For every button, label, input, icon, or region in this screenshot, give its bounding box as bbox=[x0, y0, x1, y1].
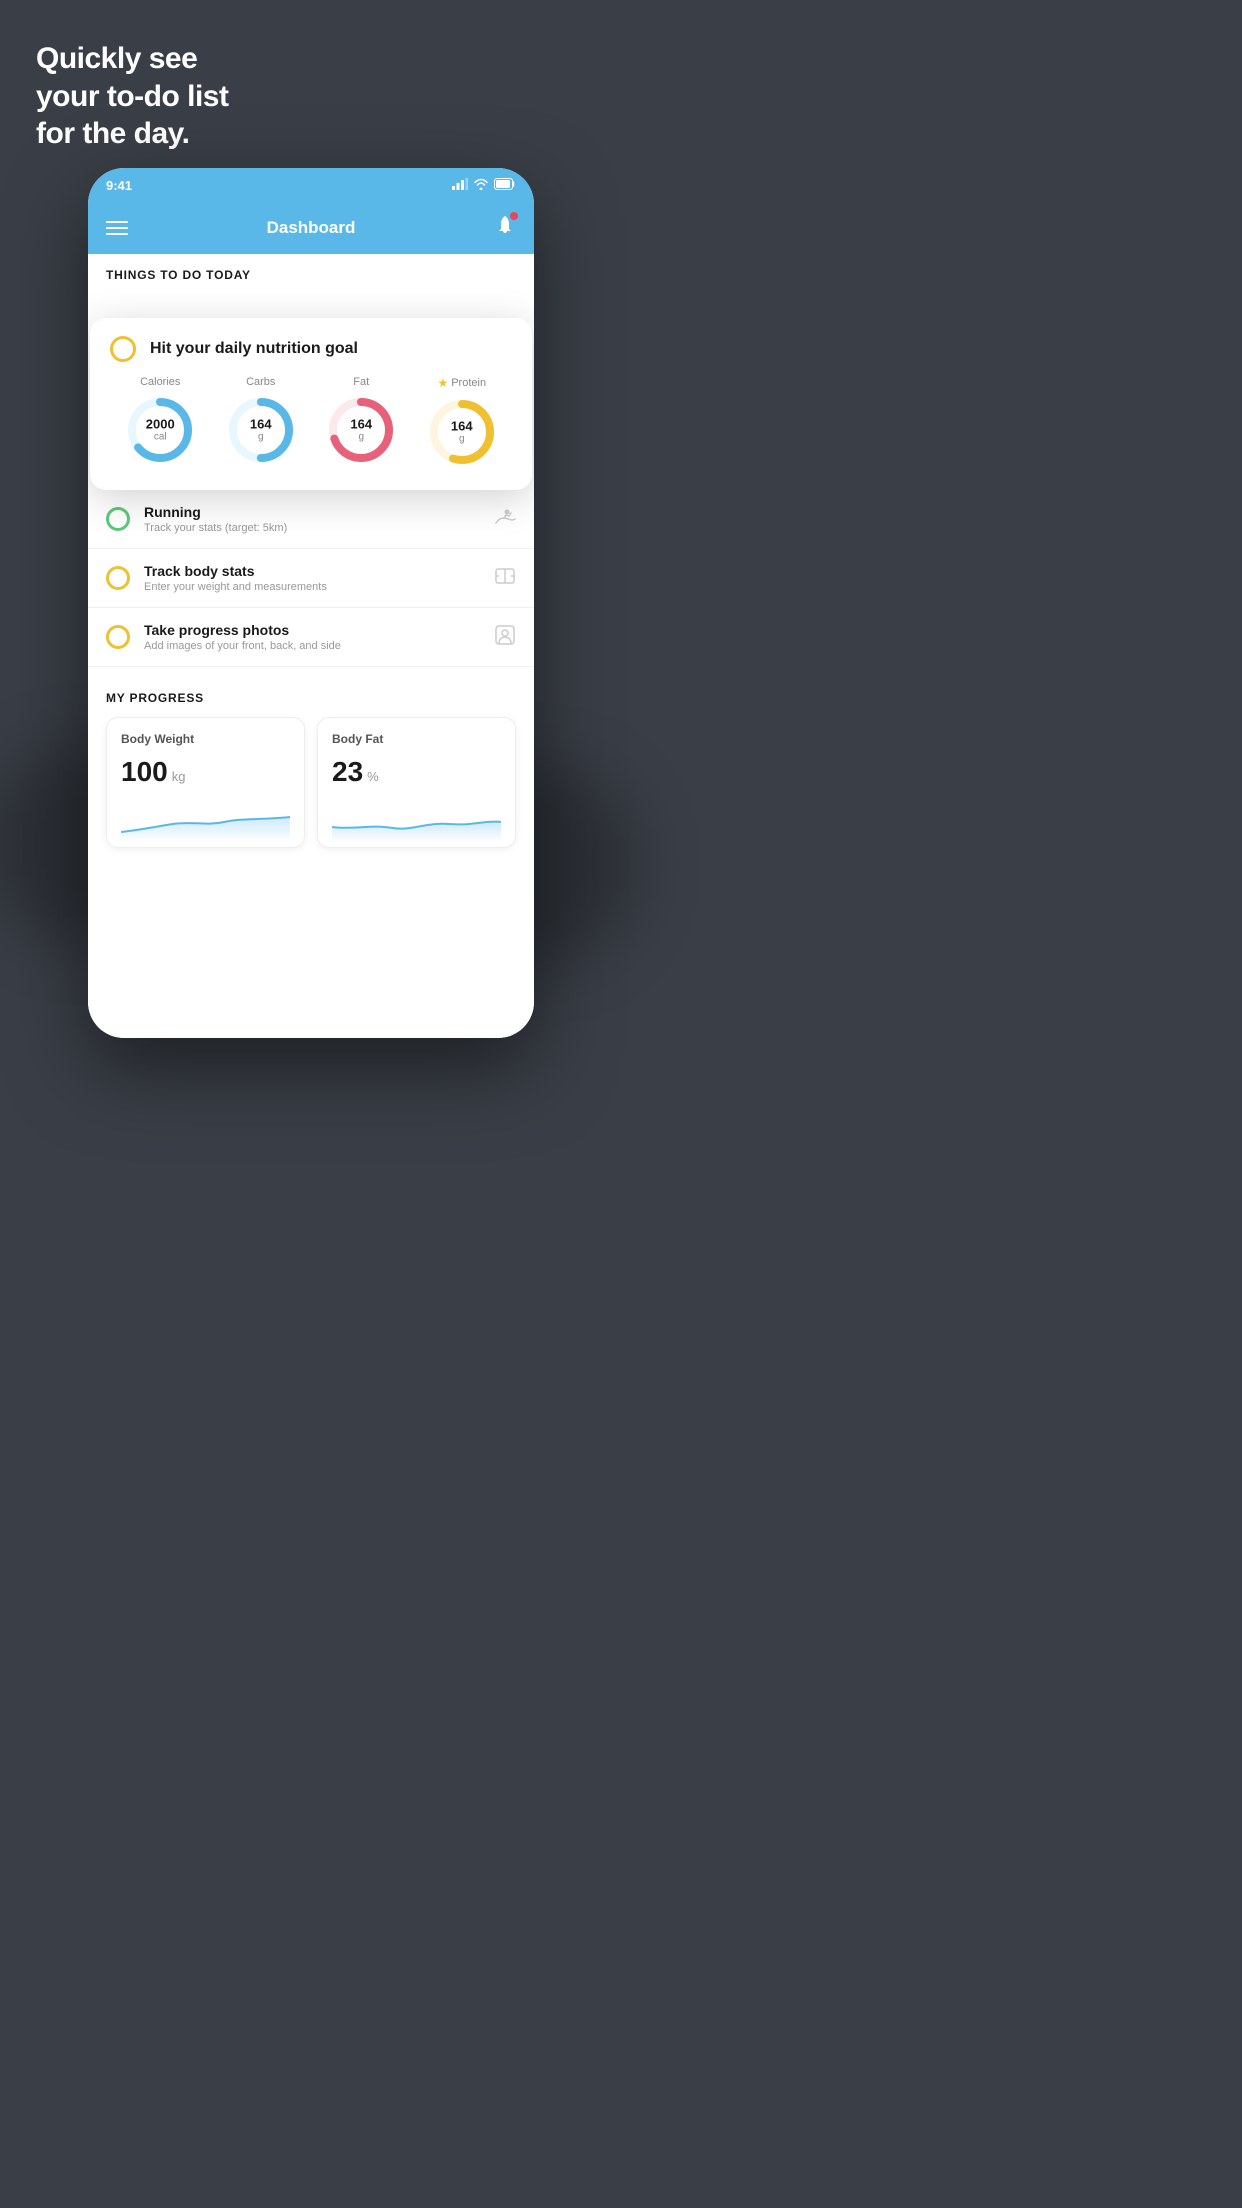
protein-value: 164 bbox=[451, 419, 473, 433]
body-fat-value: 23 bbox=[332, 756, 363, 788]
notification-dot bbox=[510, 212, 518, 220]
body-fat-unit: % bbox=[367, 769, 379, 784]
body-fat-chart bbox=[332, 802, 501, 842]
body-weight-card[interactable]: Body Weight 100 kg bbox=[106, 717, 305, 848]
nutrition-circles: Calories 2000 cal bbox=[110, 376, 512, 468]
body-stats-text: Track body stats Enter your weight and m… bbox=[144, 563, 494, 593]
body-fat-card[interactable]: Body Fat 23 % bbox=[317, 717, 516, 848]
running-title: Running bbox=[144, 504, 494, 520]
progress-photos-title: Take progress photos bbox=[144, 622, 494, 638]
nutrition-checkbox[interactable] bbox=[110, 336, 136, 362]
nutrition-protein: ★ Protein 164 g bbox=[426, 376, 498, 468]
nutrition-calories: Calories 2000 cal bbox=[124, 376, 196, 466]
hero-line1: Quickly see bbox=[36, 40, 228, 78]
things-to-do-header: THINGS TO DO TODAY bbox=[88, 254, 534, 290]
protein-donut: 164 g bbox=[426, 396, 498, 468]
app-content: THINGS TO DO TODAY Hit your daily nutrit… bbox=[88, 254, 534, 1038]
progress-photos-checkbox[interactable] bbox=[106, 625, 130, 649]
header-title: Dashboard bbox=[267, 218, 356, 238]
progress-section: MY PROGRESS Body Weight 100 kg bbox=[88, 667, 534, 848]
body-stats-title: Track body stats bbox=[144, 563, 494, 579]
card-main-title: Hit your daily nutrition goal bbox=[150, 340, 358, 358]
progress-photos-text: Take progress photos Add images of your … bbox=[144, 622, 494, 652]
todo-list: Running Track your stats (target: 5km) T… bbox=[88, 490, 534, 667]
signal-icon bbox=[452, 178, 468, 193]
todo-progress-photos[interactable]: Take progress photos Add images of your … bbox=[88, 608, 534, 667]
card-title-row: Hit your daily nutrition goal bbox=[110, 336, 512, 362]
body-fat-value-row: 23 % bbox=[332, 756, 501, 788]
calories-label: Calories bbox=[140, 376, 180, 388]
nutrition-carbs: Carbs 164 g bbox=[225, 376, 297, 466]
scale-icon bbox=[494, 565, 516, 592]
todo-running[interactable]: Running Track your stats (target: 5km) bbox=[88, 490, 534, 549]
progress-cards: Body Weight 100 kg bbox=[106, 717, 516, 848]
body-weight-unit: kg bbox=[172, 769, 186, 784]
status-icons bbox=[452, 178, 516, 193]
running-text: Running Track your stats (target: 5km) bbox=[144, 504, 494, 534]
carbs-donut: 164 g bbox=[225, 394, 297, 466]
body-stats-checkbox[interactable] bbox=[106, 566, 130, 590]
body-fat-title: Body Fat bbox=[332, 732, 501, 746]
nutrition-card: Hit your daily nutrition goal Calories 2 bbox=[90, 318, 532, 490]
protein-unit: g bbox=[451, 434, 473, 445]
hero-line2: your to-do list bbox=[36, 78, 228, 116]
protein-label: ★ Protein bbox=[437, 376, 486, 390]
carbs-label: Carbs bbox=[246, 376, 275, 388]
hamburger-menu[interactable] bbox=[106, 221, 128, 235]
calories-value: 2000 bbox=[146, 417, 175, 431]
fat-value: 164 bbox=[350, 417, 372, 431]
body-weight-value-row: 100 kg bbox=[121, 756, 290, 788]
phone-frame: 9:41 bbox=[88, 168, 534, 1038]
hero-text: Quickly see your to-do list for the day. bbox=[36, 40, 228, 153]
hero-line3: for the day. bbox=[36, 115, 228, 153]
body-stats-subtitle: Enter your weight and measurements bbox=[144, 581, 494, 593]
calories-donut: 2000 cal bbox=[124, 394, 196, 466]
running-checkbox[interactable] bbox=[106, 507, 130, 531]
status-bar: 9:41 bbox=[88, 168, 534, 202]
todo-body-stats[interactable]: Track body stats Enter your weight and m… bbox=[88, 549, 534, 608]
star-icon: ★ bbox=[437, 376, 448, 390]
app-header: Dashboard bbox=[88, 202, 534, 254]
progress-photos-subtitle: Add images of your front, back, and side bbox=[144, 640, 494, 652]
person-icon bbox=[494, 624, 516, 651]
calories-unit: cal bbox=[146, 432, 175, 443]
fat-unit: g bbox=[350, 432, 372, 443]
body-weight-title: Body Weight bbox=[121, 732, 290, 746]
nutrition-fat: Fat 164 g bbox=[325, 376, 397, 466]
wifi-icon bbox=[473, 178, 489, 193]
battery-icon bbox=[494, 178, 516, 193]
running-subtitle: Track your stats (target: 5km) bbox=[144, 522, 494, 534]
fat-label: Fat bbox=[353, 376, 369, 388]
carbs-value: 164 bbox=[250, 417, 272, 431]
progress-header: MY PROGRESS bbox=[106, 691, 516, 705]
status-time: 9:41 bbox=[106, 178, 132, 193]
carbs-unit: g bbox=[250, 432, 272, 443]
running-icon bbox=[494, 508, 516, 531]
fat-donut: 164 g bbox=[325, 394, 397, 466]
notification-bell[interactable] bbox=[494, 214, 516, 242]
body-weight-chart bbox=[121, 802, 290, 842]
body-weight-value: 100 bbox=[121, 756, 168, 788]
